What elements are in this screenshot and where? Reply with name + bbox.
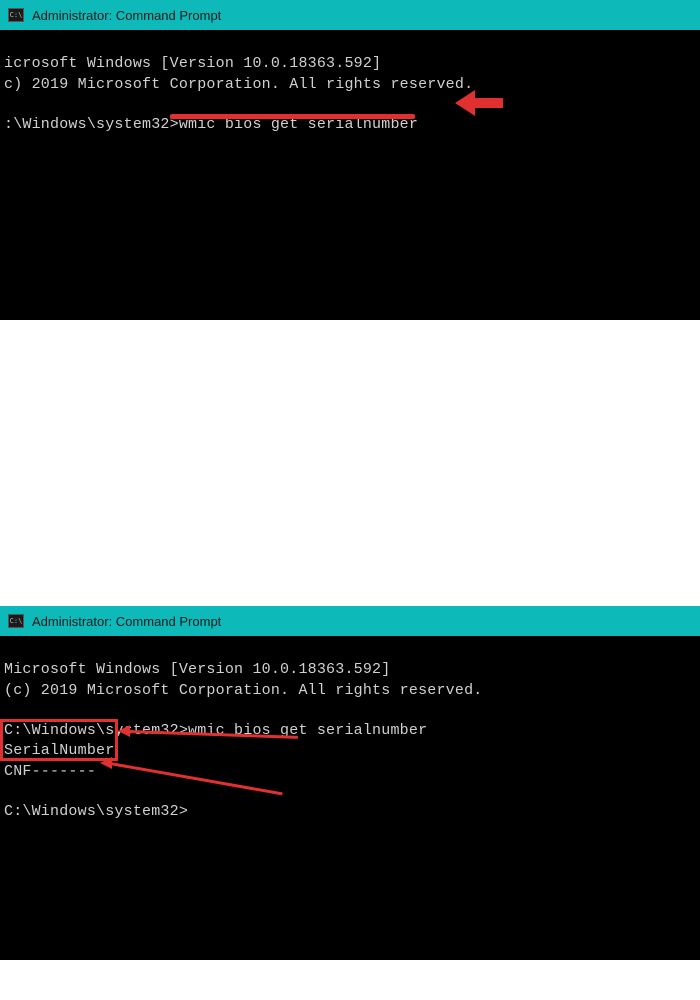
output-serial-value: CNF-------	[4, 763, 96, 780]
version-line-2: Microsoft Windows [Version 10.0.18363.59…	[4, 661, 390, 678]
cmd-icon	[8, 614, 24, 628]
window-title-1: Administrator: Command Prompt	[32, 8, 221, 23]
titlebar-2[interactable]: Administrator: Command Prompt	[0, 606, 700, 636]
prompt-path-1: :\Windows\system32>	[4, 116, 179, 133]
box-annotation	[0, 719, 118, 761]
titlebar-1[interactable]: Administrator: Command Prompt	[0, 0, 700, 30]
copyright-line-1: c) 2019 Microsoft Corporation. All right…	[4, 76, 473, 93]
window-title-2: Administrator: Command Prompt	[32, 614, 221, 629]
copyright-line-2: (c) 2019 Microsoft Corporation. All righ…	[4, 682, 482, 699]
terminal-output-1[interactable]: icrosoft Windows [Version 10.0.18363.592…	[0, 30, 700, 160]
command-prompt-window-2: Administrator: Command Prompt Microsoft …	[0, 606, 700, 960]
command-input-2[interactable]: wmic bios get serialnumber	[188, 722, 427, 739]
prompt-path-2b: C:\Windows\system32>	[4, 803, 188, 820]
version-line-1: icrosoft Windows [Version 10.0.18363.592…	[4, 55, 381, 72]
command-prompt-window-1: Administrator: Command Prompt icrosoft W…	[0, 0, 700, 320]
underline-annotation	[170, 114, 415, 119]
cmd-icon	[8, 8, 24, 22]
